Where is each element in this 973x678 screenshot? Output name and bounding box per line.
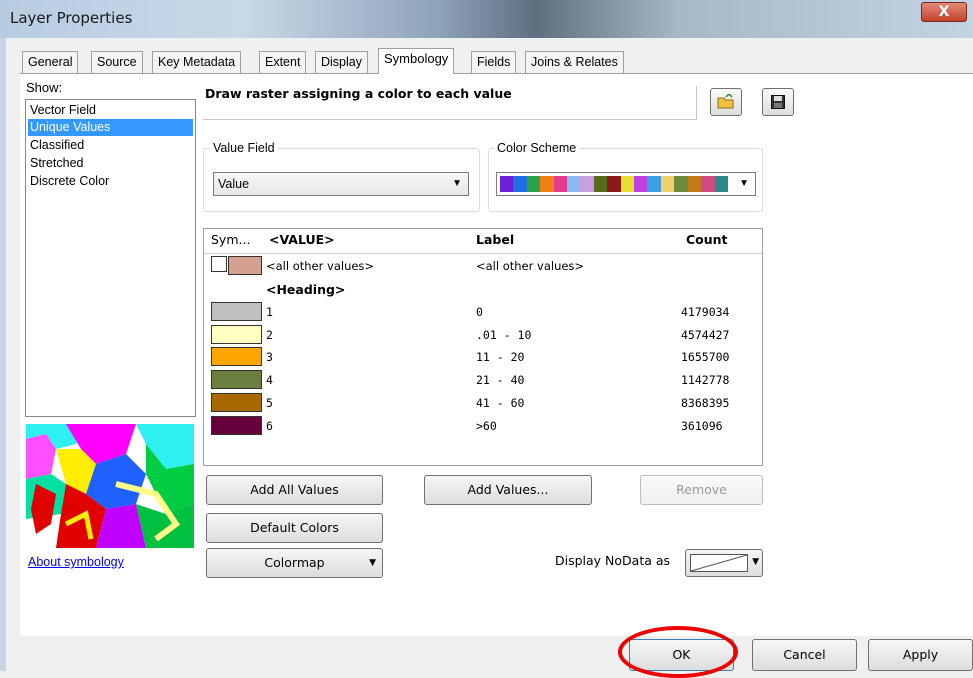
all-other-values-label: <all other values> (476, 259, 585, 273)
nodata-color-picker[interactable]: ▼ (685, 549, 763, 577)
tab-extent[interactable]: Extent (259, 51, 307, 73)
row-4-swatch[interactable] (211, 370, 262, 389)
chevron-down-icon: ▼ (739, 178, 749, 189)
show-list[interactable]: Vector Field Unique Values Classified St… (25, 99, 196, 417)
heading-row: <Heading> (266, 282, 346, 297)
renderer-description: Draw raster assigning a color to each va… (203, 86, 697, 120)
header-label[interactable]: Label (476, 232, 514, 247)
color-scheme-label: Color Scheme (494, 141, 580, 155)
row-3-swatch[interactable] (211, 347, 262, 366)
row-5-value: 5 (266, 396, 273, 410)
save-layer-file-button[interactable] (762, 88, 794, 116)
show-item-discrete-color[interactable]: Discrete Color (28, 173, 193, 190)
open-layer-file-button[interactable] (710, 88, 742, 116)
row-3-label: 11 - 20 (476, 350, 525, 364)
color-scheme-swatch (714, 176, 728, 192)
row-6-value: 6 (266, 419, 273, 433)
value-field-dropdown[interactable]: Value ▼ (213, 172, 469, 196)
row-5-label: 41 - 60 (476, 396, 525, 410)
add-all-values-button[interactable]: Add All Values (206, 475, 383, 505)
show-item-stretched[interactable]: Stretched (28, 155, 193, 172)
color-scheme-swatch (513, 176, 527, 192)
color-scheme-swatch (701, 176, 715, 192)
row-5-count: 8368395 (681, 396, 730, 410)
apply-button[interactable]: Apply (868, 639, 973, 671)
show-item-vector-field[interactable]: Vector Field (28, 102, 193, 119)
color-scheme-swatch (540, 176, 554, 192)
color-scheme-dropdown[interactable]: ▼ (496, 172, 756, 196)
chevron-down-icon: ▼ (369, 558, 376, 568)
all-other-values-swatch[interactable] (228, 256, 262, 275)
show-label: Show: (26, 80, 63, 95)
ok-highlight-circle (618, 626, 738, 678)
color-scheme-swatch (647, 176, 661, 192)
color-scheme-swatch (634, 176, 648, 192)
row-2-value: 2 (266, 328, 273, 342)
folder-open-icon (717, 92, 735, 110)
remove-button[interactable]: Remove (640, 475, 763, 505)
tab-joins-relates[interactable]: Joins & Relates (525, 51, 624, 73)
nodata-swatch-icon (690, 554, 748, 575)
default-colors-button[interactable]: Default Colors (206, 513, 383, 543)
row-2-label: .01 - 10 (476, 328, 532, 342)
value-field-label: Value Field (210, 141, 278, 155)
show-item-unique-values[interactable]: Unique Values (28, 119, 193, 136)
row-2-count: 4574427 (681, 328, 730, 342)
symbology-preview-image (26, 424, 194, 548)
row-3-count: 1655700 (681, 350, 730, 364)
add-values-button[interactable]: Add Values... (424, 475, 592, 505)
save-icon (771, 94, 785, 110)
color-scheme-swatch (660, 176, 675, 192)
title-bar (0, 0, 973, 38)
row-5-swatch[interactable] (211, 393, 262, 412)
all-other-values-value: <all other values> (266, 259, 375, 273)
color-scheme-swatch (553, 176, 568, 192)
colormap-button[interactable]: Colormap ▼ (206, 548, 383, 578)
row-1-value: 1 (266, 305, 273, 319)
header-count[interactable]: Count (686, 232, 728, 247)
color-scheme-swatch (607, 176, 621, 192)
color-scheme-swatch (674, 176, 688, 192)
chevron-down-icon: ▼ (452, 178, 462, 189)
close-button[interactable]: X (921, 2, 967, 22)
chevron-down-icon: ▼ (752, 557, 759, 567)
color-scheme-swatch (593, 176, 608, 192)
nodata-label: Display NoData as (555, 553, 671, 568)
row-3-value: 3 (266, 350, 273, 364)
row-2-swatch[interactable] (211, 325, 262, 344)
row-4-value: 4 (266, 373, 273, 387)
tab-display[interactable]: Display (315, 51, 368, 73)
color-scheme-swatch (620, 176, 635, 192)
row-1-swatch[interactable] (211, 302, 262, 321)
row-4-label: 21 - 40 (476, 373, 525, 387)
tab-general[interactable]: General (22, 51, 79, 73)
tab-source[interactable]: Source (91, 51, 143, 73)
color-scheme-swatch (580, 176, 594, 192)
row-6-label: >60 (476, 419, 497, 433)
cancel-button[interactable]: Cancel (752, 639, 857, 671)
tab-fields[interactable]: Fields (471, 51, 517, 73)
row-6-count: 361096 (681, 419, 723, 433)
tab-key-metadata[interactable]: Key Metadata (152, 51, 242, 73)
value-field-selected: Value (218, 177, 250, 191)
colormap-label: Colormap (264, 555, 325, 570)
tab-symbology[interactable]: Symbology (378, 48, 455, 74)
color-scheme-swatch (687, 176, 702, 192)
show-item-classified[interactable]: Classified (28, 137, 193, 154)
row-1-label: 0 (476, 305, 483, 319)
row-1-count: 4179034 (681, 305, 730, 319)
color-scheme-ramp (500, 176, 728, 192)
color-scheme-swatch (567, 176, 581, 192)
all-other-values-checkbox[interactable] (211, 256, 227, 272)
row-4-count: 1142778 (681, 373, 730, 387)
about-symbology-link[interactable]: About symbology (28, 555, 124, 569)
window-title: Layer Properties (10, 9, 133, 27)
color-scheme-swatch (526, 176, 541, 192)
row-6-swatch[interactable] (211, 416, 262, 435)
header-value[interactable]: <VALUE> (269, 232, 335, 247)
header-symbol[interactable]: Sym... (211, 232, 250, 247)
color-scheme-swatch (500, 176, 514, 192)
